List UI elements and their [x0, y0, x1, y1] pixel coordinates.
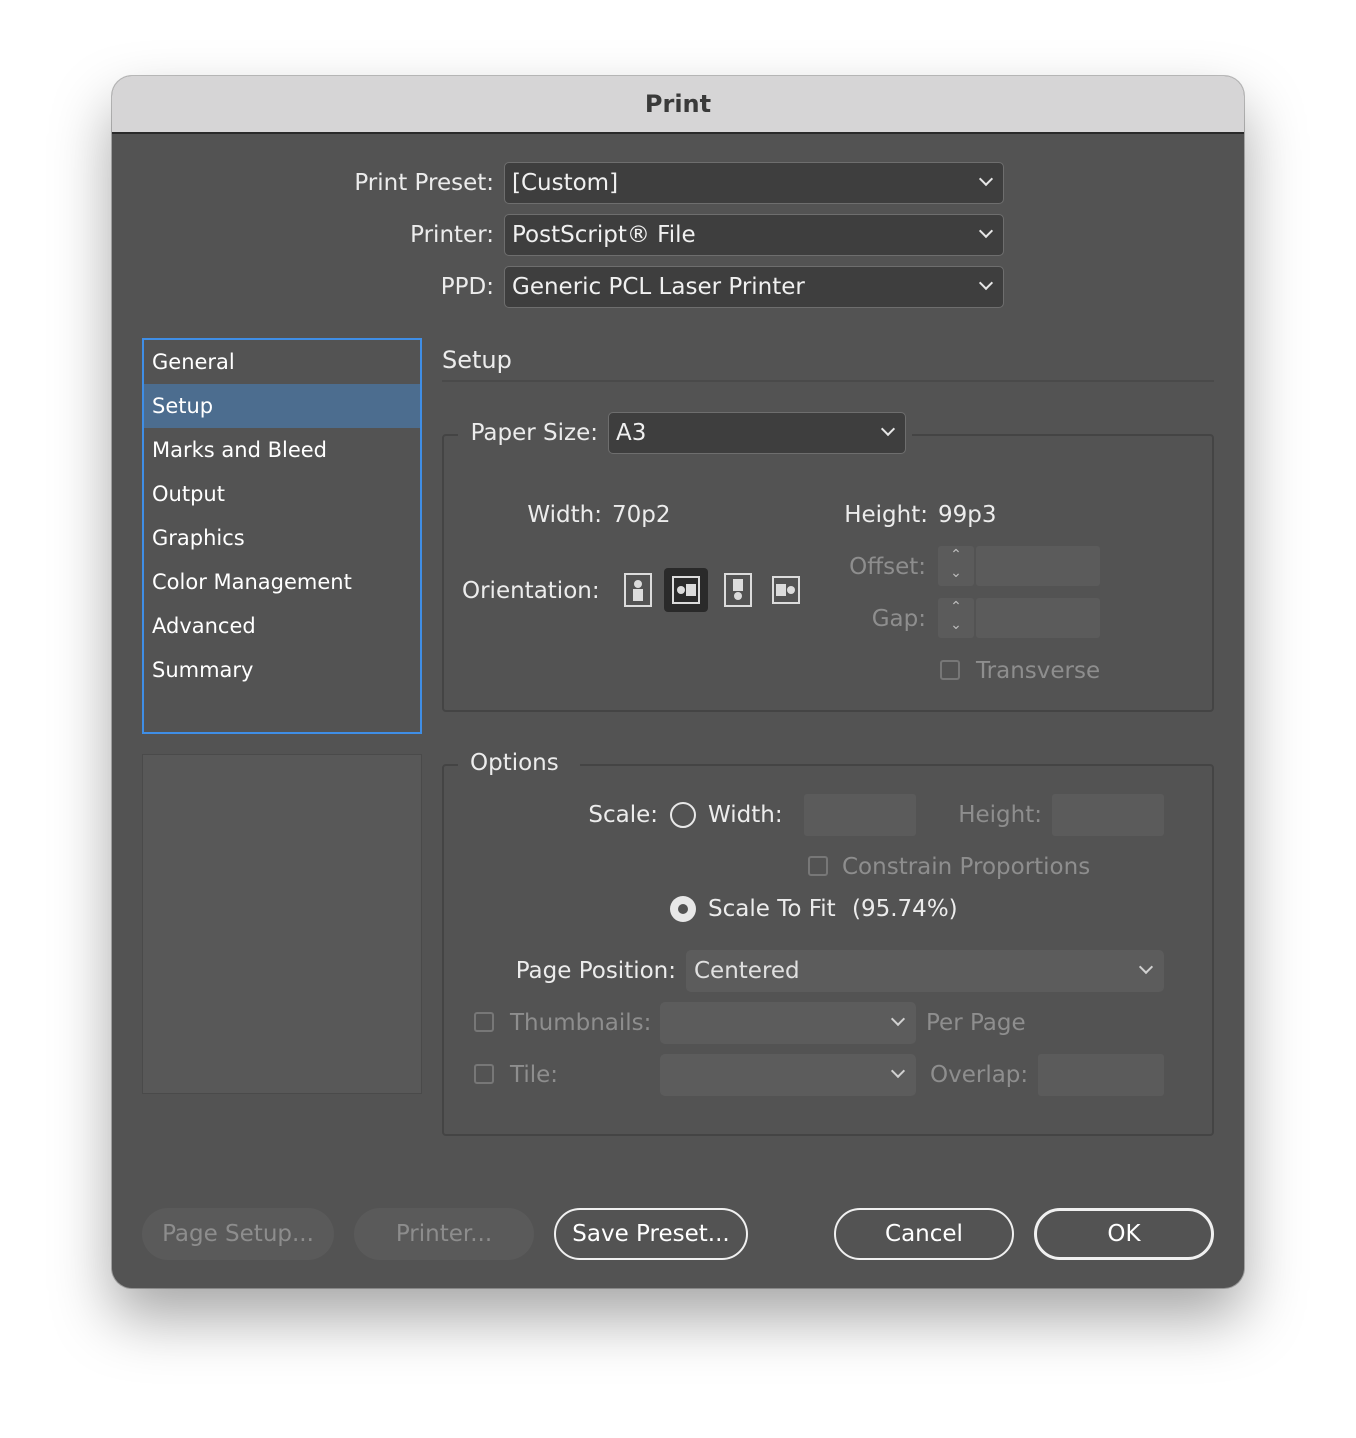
section-heading: Setup	[442, 346, 512, 374]
category-item-marks-and-bleed[interactable]: Marks and Bleed	[144, 428, 420, 472]
landscape-icon[interactable]	[664, 568, 708, 612]
scale-label: Scale:	[588, 802, 658, 828]
orientation-label: Orientation:	[462, 578, 600, 604]
scale-to-fit-radio[interactable]	[670, 896, 696, 922]
category-list[interactable]: General Setup Marks and Bleed Output Gra…	[142, 338, 422, 734]
gap-field[interactable]	[976, 598, 1100, 638]
scale-to-fit-label: Scale To Fit	[708, 896, 836, 922]
scale-width-radio[interactable]	[670, 802, 696, 828]
offset-stepper[interactable]: ⌃ ⌄	[938, 546, 974, 586]
chevron-down-icon	[891, 1014, 903, 1026]
portrait-icon[interactable]	[616, 568, 660, 612]
width-label: Width:	[527, 502, 602, 528]
constrain-proportions-checkbox[interactable]	[808, 856, 828, 876]
window-title: Print	[644, 90, 712, 118]
chevron-down-icon	[979, 278, 991, 290]
thumbnails-checkbox[interactable]	[474, 1012, 494, 1032]
category-item-setup[interactable]: Setup	[144, 384, 420, 428]
offset-label: Offset:	[849, 554, 926, 580]
category-item-advanced[interactable]: Advanced	[144, 604, 420, 648]
paper-size-select[interactable]: A3	[608, 412, 906, 454]
printer-label: Printer:	[410, 222, 494, 248]
per-page-label: Per Page	[926, 1010, 1026, 1036]
chevron-up-icon: ⌃	[950, 547, 962, 563]
chevron-up-icon: ⌃	[950, 599, 962, 615]
cancel-button[interactable]: Cancel	[834, 1208, 1014, 1260]
page-position-label: Page Position:	[515, 958, 676, 984]
category-item-general[interactable]: General	[144, 340, 420, 384]
category-item-output[interactable]: Output	[144, 472, 420, 516]
chevron-down-icon: ⌄	[950, 617, 962, 633]
printer-value: PostScript® File	[512, 222, 696, 248]
chevron-down-icon	[979, 226, 991, 238]
options-heading: Options	[470, 750, 559, 776]
tile-label: Tile:	[510, 1062, 559, 1088]
chevron-down-icon	[1139, 962, 1151, 974]
category-item-summary[interactable]: Summary	[144, 648, 420, 692]
chevron-down-icon	[891, 1066, 903, 1078]
scale-width-field[interactable]	[804, 794, 916, 836]
reverse-landscape-icon[interactable]	[764, 568, 808, 612]
reverse-portrait-icon[interactable]	[716, 568, 760, 612]
constrain-proportions-label: Constrain Proportions	[842, 854, 1091, 880]
transverse-checkbox[interactable]	[940, 660, 960, 680]
overlap-field[interactable]	[1038, 1054, 1164, 1096]
tile-select[interactable]	[660, 1054, 916, 1096]
gap-stepper[interactable]: ⌃ ⌄	[938, 598, 974, 638]
print-preset-value: [Custom]	[512, 170, 619, 196]
page-position-value: Centered	[694, 958, 800, 984]
print-preset-select[interactable]: [Custom]	[504, 162, 1004, 204]
offset-field[interactable]	[976, 546, 1100, 586]
scale-width-label: Width:	[708, 802, 783, 828]
print-preview	[142, 754, 422, 1094]
category-item-graphics[interactable]: Graphics	[144, 516, 420, 560]
ppd-label: PPD:	[440, 274, 494, 300]
paper-size-value: A3	[616, 420, 647, 446]
chevron-down-icon: ⌄	[950, 565, 962, 581]
height-label: Height:	[844, 502, 928, 528]
chevron-down-icon	[881, 424, 893, 436]
category-item-color-management[interactable]: Color Management	[144, 560, 420, 604]
scale-height-label: Height:	[958, 802, 1042, 828]
page-position-select[interactable]: Centered	[686, 950, 1164, 992]
printer-button[interactable]: Printer...	[354, 1208, 534, 1260]
scale-to-fit-value: (95.74%)	[852, 896, 958, 922]
print-dialog: Print Print Preset: [Custom] Printer: Po…	[112, 76, 1244, 1288]
chevron-down-icon	[979, 174, 991, 186]
ppd-value: Generic PCL Laser Printer	[512, 274, 805, 300]
page-setup-button[interactable]: Page Setup...	[142, 1208, 334, 1260]
thumbnails-label: Thumbnails:	[510, 1010, 652, 1036]
transverse-label: Transverse	[976, 658, 1101, 684]
gap-label: Gap:	[871, 606, 926, 632]
ppd-select[interactable]: Generic PCL Laser Printer	[504, 266, 1004, 308]
paper-size-label: Paper Size:	[470, 420, 598, 446]
overlap-label: Overlap:	[930, 1062, 1029, 1088]
print-preset-label: Print Preset:	[354, 170, 494, 196]
ok-button[interactable]: OK	[1034, 1208, 1214, 1260]
title-bar: Print	[112, 76, 1244, 134]
tile-checkbox[interactable]	[474, 1064, 494, 1084]
scale-height-field[interactable]	[1052, 794, 1164, 836]
thumbnails-select[interactable]	[660, 1002, 916, 1044]
width-value: 70p2	[612, 502, 671, 528]
printer-select[interactable]: PostScript® File	[504, 214, 1004, 256]
height-value: 99p3	[938, 502, 997, 528]
heading-divider	[442, 380, 1214, 382]
save-preset-button[interactable]: Save Preset...	[554, 1208, 748, 1260]
